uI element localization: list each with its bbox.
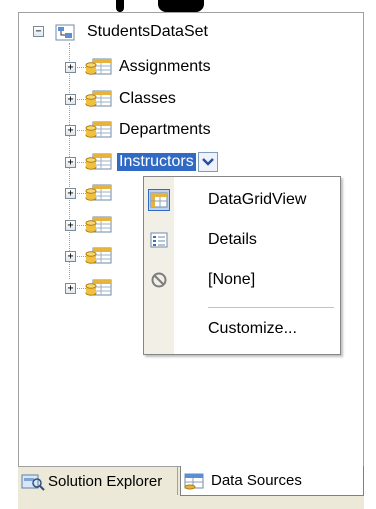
expand-icon[interactable]: +	[65, 283, 76, 294]
details-icon-box	[148, 229, 170, 251]
menu-item-datagridview[interactable]: DataGridView	[144, 182, 340, 218]
data-source-control-menu: DataGridView Details [None] Customize...	[143, 176, 341, 355]
tree-node[interactable]	[85, 277, 121, 299]
menu-item-label: DataGridView	[208, 191, 307, 208]
table-icon	[85, 121, 112, 138]
table-icon	[85, 58, 112, 75]
collapse-icon[interactable]: −	[33, 26, 44, 37]
data-sources-icon	[184, 473, 204, 489]
table-icon	[85, 153, 112, 170]
table-icon	[85, 90, 112, 107]
expand-icon[interactable]: +	[65, 125, 76, 136]
table-icon	[85, 279, 112, 296]
tree-node[interactable]	[85, 214, 121, 236]
tab-solution-explorer[interactable]: Solution Explorer	[18, 467, 178, 495]
dropdown-button[interactable]	[197, 152, 218, 172]
tree-root-stududentsdataset[interactable]: StudentsDataSet	[53, 21, 210, 43]
expand-icon[interactable]: +	[65, 157, 76, 168]
menu-item-label: Details	[208, 231, 257, 248]
dataset-icon	[55, 24, 75, 41]
expand-icon[interactable]: +	[65, 62, 76, 73]
tree-root-label: StudentsDataSet	[87, 23, 208, 40]
menu-separator	[208, 307, 334, 308]
expand-icon[interactable]: +	[65, 251, 76, 262]
top-edge-mark	[116, 0, 124, 12]
chevron-down-icon	[201, 158, 214, 166]
tree-node-label: Assignments	[119, 58, 211, 75]
tab-label: Solution Explorer	[48, 472, 163, 490]
expand-icon[interactable]: +	[65, 94, 76, 105]
tree-node[interactable]: Departments	[85, 119, 213, 141]
tree-node[interactable]: Instructors	[85, 151, 218, 173]
menu-item-label: [None]	[208, 271, 256, 288]
none-icon	[151, 272, 167, 288]
tree-node[interactable]	[85, 182, 121, 204]
details-icon	[150, 232, 168, 248]
tab-data-sources[interactable]: Data Sources	[180, 466, 364, 496]
menu-item-details[interactable]: Details	[144, 222, 340, 258]
tree-node[interactable]: Assignments	[85, 56, 213, 78]
menu-item-none[interactable]: [None]	[144, 262, 340, 298]
table-icon	[85, 184, 112, 201]
table-icon	[85, 247, 112, 264]
tree-node-label: Departments	[119, 121, 211, 138]
tree-node[interactable]: Classes	[85, 88, 178, 110]
none-icon-box	[148, 269, 170, 291]
expand-icon[interactable]: +	[65, 188, 76, 199]
table-icon	[85, 216, 112, 233]
top-edge-mark	[158, 0, 204, 12]
datagridview-icon	[150, 192, 168, 208]
checked-indicator	[148, 189, 170, 211]
expand-icon[interactable]: +	[65, 220, 76, 231]
tool-window-tabbar: Solution Explorer Data Sources	[18, 466, 364, 509]
solution-explorer-icon	[21, 474, 45, 491]
menu-item-label: Customize...	[208, 320, 297, 337]
data-sources-panel: − StudentsDataSet + Assignments + Classes + D…	[18, 12, 364, 469]
menu-item-customize[interactable]: Customize...	[144, 311, 340, 347]
tab-label: Data Sources	[211, 472, 302, 489]
tree-node[interactable]	[85, 245, 121, 267]
tree-node-label: Instructors	[117, 153, 196, 171]
tree-node-label: Classes	[119, 90, 176, 107]
